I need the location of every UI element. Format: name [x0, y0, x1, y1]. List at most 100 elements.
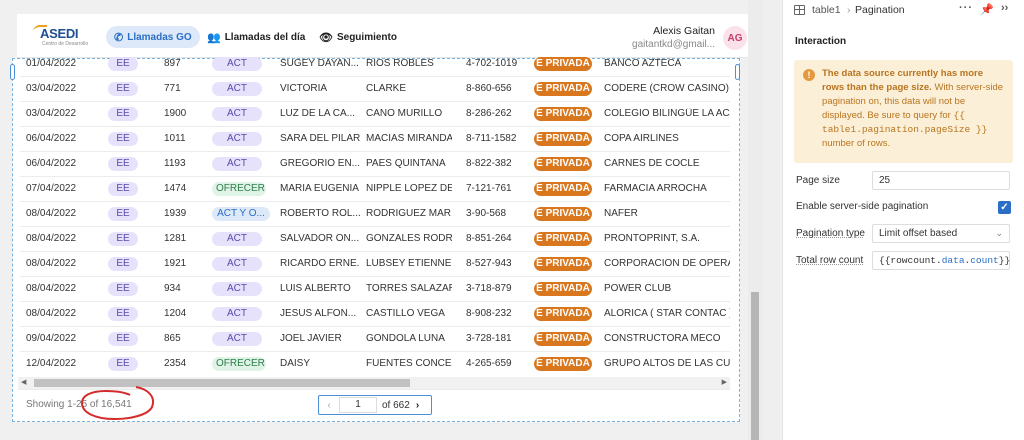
- number-cell: 1939: [164, 208, 187, 219]
- table-row[interactable]: 09/04/2022 EE 865 ACT JOEL JAVIER GONDOLA LUN…: [20, 327, 730, 352]
- number-cell: 1281: [164, 233, 187, 244]
- name-cell: VICTORIA: [280, 83, 328, 94]
- lastname-cell: FUENTES CONCE...: [366, 358, 452, 369]
- nav-llamadas-go[interactable]: ✆ Llamadas GO: [106, 26, 200, 48]
- table-row[interactable]: 08/04/2022 EE 1281 ACT SALVADOR ON... GONZALE…: [20, 227, 730, 252]
- status-badge: ACT: [212, 132, 262, 146]
- company-cell: COLEGIO BILINGÜE LA ACADE: [604, 108, 730, 119]
- number-cell: 771: [164, 83, 181, 94]
- name-cell: JOEL JAVIER: [280, 333, 342, 344]
- table-row[interactable]: 07/04/2022 EE 1474 OFRECER MARIA EUGENIA NIPP…: [20, 177, 730, 202]
- divider: [18, 389, 730, 390]
- scrollbar-thumb[interactable]: [34, 379, 410, 387]
- name-cell: LUZ DE LA CA...: [280, 108, 356, 119]
- nav-llamadas-del-dia[interactable]: 👥 Llamadas del día: [199, 26, 313, 48]
- ee-badge: EE: [108, 232, 138, 246]
- phone-cell: 4-265-659: [466, 358, 512, 369]
- phone-cell: 4-702-1019: [466, 58, 518, 69]
- type-badge: E PRIVADA: [534, 232, 592, 246]
- server-side-checkbox[interactable]: ✓: [998, 201, 1011, 214]
- type-badge: E PRIVADA: [534, 282, 592, 296]
- breadcrumb-separator: ›: [847, 4, 851, 16]
- lastname-cell: GONZALES RODRI...: [366, 233, 452, 244]
- number-cell: 865: [164, 333, 181, 344]
- table-row[interactable]: 06/04/2022 EE 1193 ACT GREGORIO EN... PAES QU…: [20, 152, 730, 177]
- number-cell: 934: [164, 283, 181, 294]
- code-suffix: }}: [998, 255, 1011, 266]
- company-cell: FARMACIA ARROCHA: [604, 183, 707, 194]
- ee-badge: EE: [108, 332, 138, 346]
- pin-icon[interactable]: 📌: [980, 3, 994, 16]
- user-name: Alexis Gaitan: [653, 25, 715, 37]
- table-row[interactable]: 08/04/2022 EE 1939 ACT Y O... ROBERTO ROL...…: [20, 202, 730, 227]
- type-badge: E PRIVADA: [534, 332, 592, 346]
- status-badge: OFRECER: [212, 357, 266, 371]
- ee-badge: EE: [108, 82, 138, 96]
- name-cell: LUIS ALBERTO: [280, 283, 351, 294]
- company-cell: CARNES DE COCLE: [604, 158, 700, 169]
- phone-cell: 8-711-1582: [466, 133, 517, 144]
- code-keyword: data: [941, 255, 965, 266]
- number-cell: 1474: [164, 183, 187, 194]
- company-cell: CODERE (CROW CASINO): [604, 83, 729, 94]
- eye-icon: 👁: [319, 31, 333, 44]
- status-badge: ACT: [212, 157, 262, 171]
- page-size-input[interactable]: 25: [872, 171, 1010, 190]
- table-row[interactable]: 06/04/2022 EE 1011 ACT SARA DEL PILAR MACIAS …: [20, 127, 730, 152]
- date-cell: 03/04/2022: [26, 83, 77, 94]
- table-icon: [794, 5, 805, 15]
- date-cell: 08/04/2022: [26, 208, 77, 219]
- table-row[interactable]: 12/04/2022 EE 2354 OFRECER DAISY FUENTES CONC…: [20, 352, 730, 376]
- nav-seguimiento[interactable]: 👁 Seguimiento: [311, 26, 405, 48]
- company-cell: COPA AIRLINES: [604, 133, 679, 144]
- phone-cell: 3-728-181: [466, 333, 512, 344]
- lastname-cell: RODRIGUEZ MAR...: [366, 208, 452, 219]
- user-email: gaitantkd@gmail...: [632, 39, 715, 50]
- table-row[interactable]: 08/04/2022 EE 934 ACT LUIS ALBERTO TORRES SAL…: [20, 277, 730, 302]
- status-badge: ACT Y O...: [212, 207, 270, 221]
- prev-page-icon[interactable]: ‹: [319, 400, 339, 411]
- lastname-cell: NIPPLE LOPEZ DE ...: [366, 183, 452, 194]
- more-options-icon[interactable]: ···: [959, 2, 973, 14]
- table-row[interactable]: 01/04/2022 EE 897 ACT SUGEY DAYAN... RIOS ROB…: [20, 52, 730, 77]
- date-cell: 07/04/2022: [26, 183, 77, 194]
- section-title: Interaction: [795, 36, 847, 47]
- resize-handle-left[interactable]: [10, 64, 15, 80]
- name-cell: ROBERTO ROL...: [280, 208, 360, 219]
- lastname-cell: RIOS ROBLES: [366, 58, 434, 69]
- ee-badge: EE: [108, 357, 138, 371]
- next-page-icon[interactable]: ›: [416, 400, 419, 411]
- type-badge: E PRIVADA: [534, 182, 592, 196]
- table-row[interactable]: 03/04/2022 EE 771 ACT VICTORIA CLARKE 8-860-65…: [20, 77, 730, 102]
- scroll-left-icon[interactable]: ◀: [21, 378, 26, 386]
- type-badge: E PRIVADA: [534, 357, 592, 371]
- type-badge: E PRIVADA: [534, 107, 592, 121]
- table-row[interactable]: 03/04/2022 EE 1900 ACT LUZ DE LA CA... CANO M…: [20, 102, 730, 127]
- total-row-count-input[interactable]: {{rowcount.data.count}}: [872, 251, 1010, 270]
- phone-cell: 8-527-943: [466, 258, 512, 269]
- showing-count: Showing 1-25 of 16,541: [26, 399, 132, 410]
- breadcrumb-table[interactable]: table1: [812, 4, 841, 16]
- avatar[interactable]: AG: [723, 26, 747, 50]
- canvas-vertical-scrollbar[interactable]: [748, 0, 762, 440]
- pagination-type-select[interactable]: Limit offset based ⌄: [872, 224, 1010, 243]
- collapse-panel-icon[interactable]: ››: [1001, 2, 1008, 14]
- resize-handle-right[interactable]: [735, 64, 740, 80]
- status-badge: OFRECER: [212, 182, 266, 196]
- number-cell: 2354: [164, 358, 187, 369]
- horizontal-scrollbar[interactable]: ◀ ▶: [18, 377, 730, 389]
- number-cell: 1900: [164, 108, 187, 119]
- company-cell: PRONTOPRINT, S.A.: [604, 233, 700, 244]
- table-row[interactable]: 08/04/2022 EE 1204 ACT JESUS ALFON... CASTILL…: [20, 302, 730, 327]
- page-number-input[interactable]: 1: [339, 397, 377, 413]
- nav-label: Llamadas del día: [224, 31, 306, 43]
- scroll-right-icon[interactable]: ▶: [722, 378, 727, 386]
- date-cell: 01/04/2022: [26, 58, 77, 69]
- warning-tail: number of rows.: [822, 138, 891, 149]
- logo-subtext: Centro de Desarrollo: [42, 41, 89, 47]
- phone-cell: 8-860-656: [466, 83, 512, 94]
- scrollbar-thumb[interactable]: [751, 292, 759, 440]
- server-side-label: Enable server-side pagination: [796, 201, 929, 212]
- page-total: of 662: [382, 399, 410, 411]
- table-row[interactable]: 08/04/2022 EE 1921 ACT RICARDO ERNE... LUBSEY…: [20, 252, 730, 277]
